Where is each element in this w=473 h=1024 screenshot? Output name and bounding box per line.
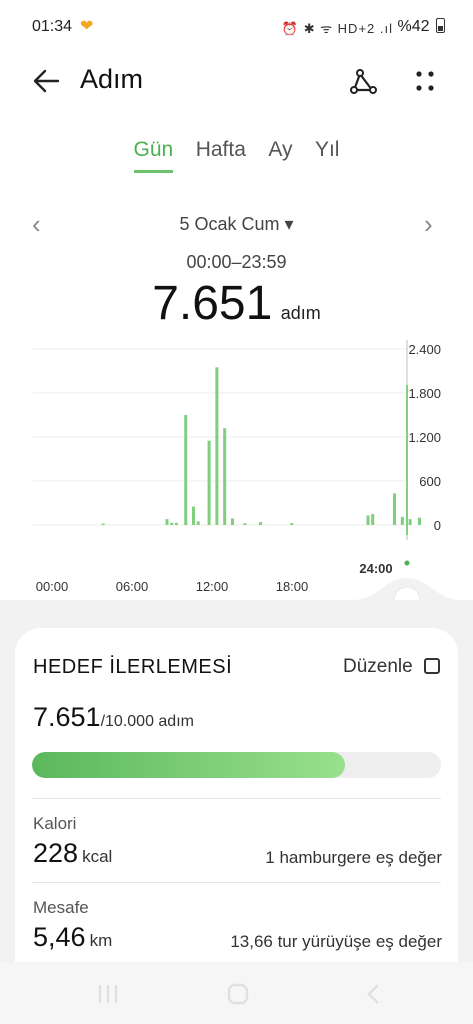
y-tick-label: 2.400 xyxy=(408,342,441,357)
goal-progress-bar xyxy=(32,752,441,778)
step-bar xyxy=(230,518,234,525)
x-tick-label: 12:00 xyxy=(196,579,229,594)
divider xyxy=(32,882,441,883)
step-total: 7.651 adım xyxy=(0,276,473,331)
calorie-value: 228 kcal xyxy=(33,838,112,869)
step-bar xyxy=(207,440,211,525)
tab-year[interactable]: Yıl xyxy=(315,138,340,170)
step-bar xyxy=(101,523,105,525)
edit-goal-button[interactable]: Düzenle xyxy=(343,656,440,678)
status-time: 01:34 xyxy=(32,18,73,35)
step-bar xyxy=(215,367,219,525)
edit-label: Düzenle xyxy=(343,656,413,677)
step-bar xyxy=(290,523,294,525)
divider xyxy=(32,798,441,799)
distance-number: 5,46 xyxy=(33,922,86,952)
y-tick-label: 0 xyxy=(434,518,441,533)
date-selector[interactable]: 5 Ocak Cum ▾ xyxy=(0,214,473,235)
step-bar xyxy=(223,428,227,525)
battery-icon xyxy=(436,18,445,33)
page-title: Adım xyxy=(80,64,144,94)
goal-target: /10.000 adım xyxy=(100,713,194,730)
system-nav-bar xyxy=(0,962,473,1024)
y-tick-label: 600 xyxy=(419,474,441,489)
step-bar xyxy=(408,519,412,525)
y-tick-label: 1.200 xyxy=(408,430,441,445)
edit-icon xyxy=(424,658,440,674)
x-tick-label: 00:00 xyxy=(36,579,69,594)
step-bar xyxy=(393,493,397,525)
goal-current: 7.651 xyxy=(33,702,101,732)
tab-month[interactable]: Ay xyxy=(268,138,292,170)
step-count: 7.651 xyxy=(152,277,273,330)
distance-label: Mesafe xyxy=(33,898,89,917)
calorie-equivalent: 1 hamburgere eş değer xyxy=(265,848,442,867)
x-tick-label: 06:00 xyxy=(116,579,149,594)
recents-icon[interactable] xyxy=(96,982,120,1006)
step-bar xyxy=(371,514,375,525)
step-bar xyxy=(259,522,263,525)
x-tick-label: 18:00 xyxy=(276,579,309,594)
y-tick-label: 1.800 xyxy=(408,386,441,401)
chevron-right-icon[interactable]: › xyxy=(424,211,444,238)
hourly-steps-chart[interactable]: 2.400 1.800 1.200 600 0 00:00 06:00 12:00 18:00… xyxy=(0,330,473,600)
step-bar xyxy=(366,515,370,525)
back-chevron-icon[interactable] xyxy=(362,982,386,1006)
step-bar xyxy=(243,523,247,525)
more-dots-icon[interactable] xyxy=(408,64,442,98)
goal-progress-text: 7.651/10.000 adım xyxy=(33,702,194,733)
distance-unit: km xyxy=(89,931,113,950)
tab-day[interactable]: Gün xyxy=(133,138,174,173)
step-bar xyxy=(184,415,188,525)
heart-app-icon: ❤ xyxy=(80,18,94,35)
share-icon[interactable] xyxy=(346,64,380,98)
goal-progress-fill xyxy=(32,752,345,778)
distance-equivalent: 13,66 tur yürüyüşe eş değer xyxy=(230,932,442,951)
step-bar xyxy=(174,522,178,525)
date-navigator: ‹ 5 Ocak Cum ▾ › xyxy=(0,210,473,240)
tab-week[interactable]: Hafta xyxy=(196,138,246,170)
home-icon[interactable] xyxy=(226,982,250,1006)
x-tick-label: 24:00 xyxy=(359,561,392,576)
step-bar xyxy=(165,519,169,525)
calorie-number: 228 xyxy=(33,838,79,868)
calorie-unit: kcal xyxy=(82,847,113,866)
step-bar xyxy=(170,522,174,525)
period-tabs: Gün Hafta Ay Yıl xyxy=(0,138,473,182)
step-bar xyxy=(417,517,421,525)
status-indicators: ⏰ ✱ ᯤ HD+2 .ıl xyxy=(281,21,393,36)
step-bar xyxy=(192,506,196,525)
arrow-left-icon[interactable] xyxy=(30,64,64,98)
distance-value: 5,46 km xyxy=(33,922,112,953)
now-dot xyxy=(404,560,410,566)
goal-title: HEDEF İLERLEMESİ xyxy=(33,656,233,678)
step-bar xyxy=(196,521,200,525)
battery-percent: %42 xyxy=(397,18,430,35)
calorie-label: Kalori xyxy=(33,814,77,833)
status-bar: 01:34 ❤ ⏰ ✱ ᯤ HD+2 .ıl %42 xyxy=(0,0,473,56)
app-header: Adım xyxy=(0,56,473,106)
battery-status: %42 xyxy=(398,18,445,36)
step-unit: adım xyxy=(280,303,321,323)
step-bar xyxy=(400,516,404,525)
time-range: 00:00–23:59 xyxy=(186,252,287,272)
